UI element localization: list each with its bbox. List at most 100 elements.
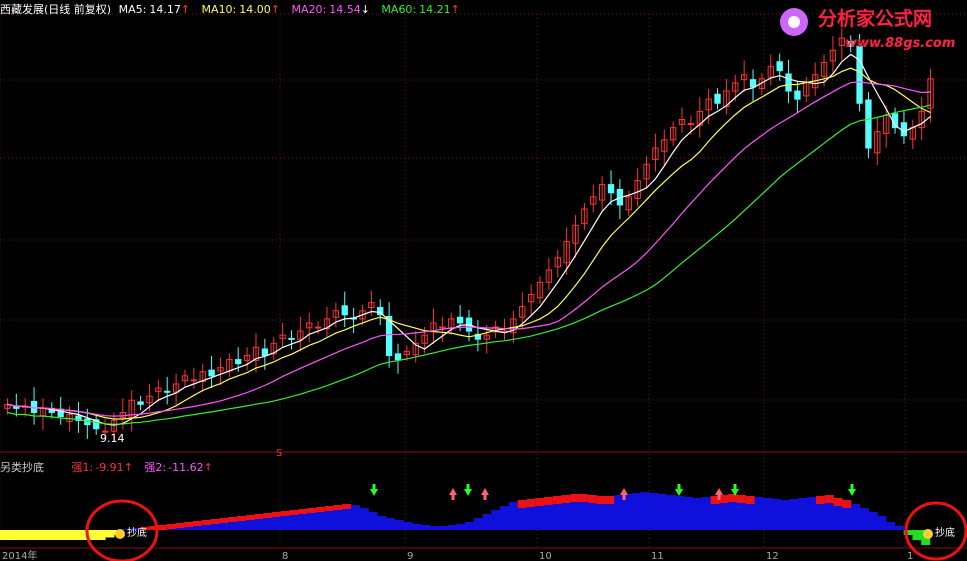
indicator-bar	[403, 522, 413, 530]
ma10-line	[7, 67, 931, 420]
candle-body	[865, 99, 872, 149]
flower-center-icon	[788, 16, 800, 28]
indicator-bar-red	[333, 505, 343, 510]
ma5-value: 14.17	[149, 3, 181, 16]
indicator-bar	[500, 506, 510, 530]
candle-body	[856, 45, 863, 104]
candle-body	[749, 79, 757, 88]
indicator-bar	[508, 502, 518, 530]
ma60-label: MA60:	[381, 3, 417, 16]
qiang2-arrow-icon: ↑	[203, 461, 213, 474]
indicator-bar	[640, 492, 650, 530]
indicator-bar-red	[271, 512, 282, 517]
indicator-bar-red	[289, 510, 299, 515]
indicator-bar-red	[342, 504, 352, 509]
ma10-label: MA10:	[201, 3, 237, 16]
indicator-bar	[675, 496, 685, 530]
indicator-bar	[666, 495, 676, 530]
candle-body	[456, 316, 464, 324]
indicator-bar-red	[210, 519, 220, 524]
ma5-arrow-icon: ↑	[180, 3, 191, 16]
up-arrow-icon	[481, 488, 489, 500]
candle-body	[785, 73, 792, 92]
signal-label-right: 抄底	[935, 526, 955, 539]
candle-body	[341, 305, 348, 316]
x-axis-label: 10	[539, 551, 552, 561]
indicator-bar-red	[587, 495, 597, 503]
indicator-bar-red	[307, 508, 317, 513]
buy-coin-icon-left	[115, 529, 125, 539]
indicator-bar-red	[298, 509, 308, 514]
indicator-bar-red	[842, 500, 852, 508]
indicator-name: 另类抄底	[0, 461, 44, 474]
indicator-bar-red	[517, 500, 527, 508]
x-axis-label: 11	[651, 551, 664, 561]
indicator-bar	[447, 525, 457, 530]
candle-body	[607, 184, 615, 194]
ma10-value: 14.00	[239, 3, 271, 16]
indicator-bar	[394, 520, 404, 530]
indicator-bar	[658, 494, 668, 530]
indicator-bar	[807, 497, 817, 530]
indicator-bar-red	[193, 521, 203, 526]
x-axis-label: 2014年	[2, 549, 37, 561]
qiang1-label: 强1:	[71, 461, 94, 474]
indicator-bar-red	[719, 495, 729, 503]
indicator-bar	[649, 493, 659, 530]
x-axis-label: 1	[907, 551, 913, 561]
indicator-bar-red	[175, 523, 185, 528]
indicator-bar-red	[157, 525, 167, 530]
indicator-bar-red	[254, 514, 264, 519]
indicator-bar	[780, 500, 790, 530]
chart-header: 西藏发展(日线 前复权) MA5: 14.17↑ MA10: 14.00↑ MA20…	[0, 1, 460, 17]
indicator-bar-red	[245, 515, 255, 520]
indicator-bar-red	[596, 496, 606, 504]
candle-body	[776, 61, 783, 72]
indicator-bar-negative	[912, 530, 922, 540]
candle-body	[288, 337, 295, 340]
indicator-bar-red	[579, 494, 589, 502]
indicator-bar	[631, 493, 641, 530]
up-arrow-icon	[449, 488, 457, 500]
indicator-bar	[377, 516, 387, 530]
indicator-bar	[684, 497, 694, 530]
indicator-bar-red	[833, 498, 843, 506]
qiang1-value: -9.91	[95, 461, 124, 474]
candle-body	[164, 390, 171, 393]
indicator-bar	[456, 524, 466, 530]
indicator-bar	[412, 524, 422, 530]
indicator-bar-red	[535, 498, 545, 506]
stock-title: 西藏发展(日线 前复权)	[0, 3, 112, 16]
indicator-bar-red	[745, 496, 755, 504]
ma20-label: MA20:	[291, 3, 327, 16]
candle-body	[439, 326, 446, 329]
s-marker: S	[276, 448, 282, 459]
low-price-label: 9.14	[100, 432, 125, 445]
candle-body	[190, 379, 198, 382]
indicator-bar	[350, 505, 361, 530]
indicator-bar	[859, 508, 869, 530]
indicator-bar	[482, 514, 492, 530]
site-logo: 分析家公式网 www.88gs.com	[780, 7, 955, 51]
indicator-bar	[614, 495, 624, 530]
indicator-bar-red	[315, 507, 325, 512]
indicator-bar	[701, 497, 711, 530]
indicator-bar-red	[815, 496, 826, 504]
indicator-bar	[421, 525, 431, 530]
indicator-bar-negative	[105, 530, 115, 538]
candle-body	[208, 369, 215, 377]
x-axis-label: 12	[766, 551, 779, 561]
ma60-value: 14.21	[419, 3, 451, 16]
indicator-bar-red	[824, 495, 834, 503]
candle-body	[687, 123, 695, 126]
indicator-bar-red	[280, 511, 290, 516]
indicator-bar	[754, 497, 764, 530]
indicator-bar	[886, 522, 896, 530]
candle-body	[261, 348, 269, 356]
indicator-bar	[473, 518, 483, 530]
indicator-bar-red	[184, 522, 194, 527]
indicator-bar-red	[228, 517, 238, 522]
indicator-bar-red	[263, 513, 273, 518]
qiang2-value: -11.62	[168, 461, 204, 474]
indicator-bar	[693, 498, 703, 530]
